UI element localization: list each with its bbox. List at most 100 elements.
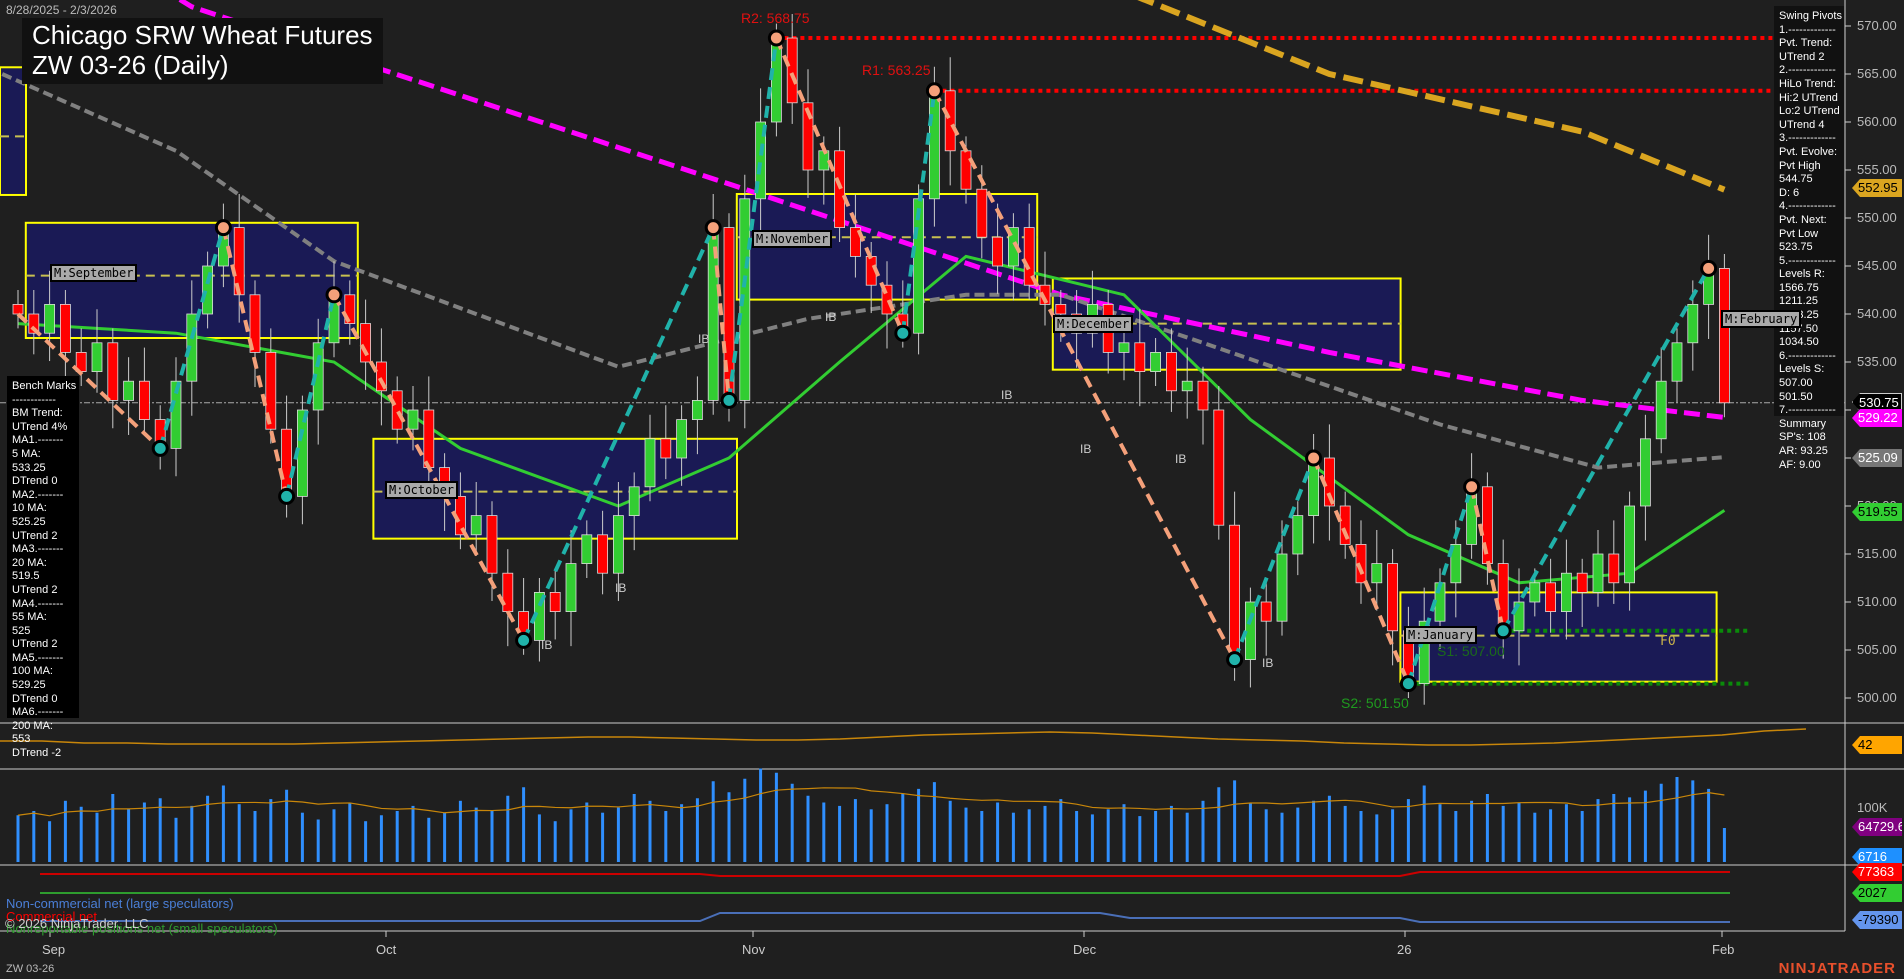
pivot-low-marker	[720, 391, 738, 409]
ma55-price-marker: 525.09	[1852, 449, 1902, 467]
candle-down	[660, 438, 672, 459]
candle-up	[296, 409, 308, 497]
candle-down	[391, 390, 403, 430]
month-chip-november: M:November	[752, 230, 833, 248]
candle-up	[1592, 553, 1604, 593]
swing_pivots-line: 1211.25	[1779, 295, 1818, 308]
month-chip-october: M:October	[385, 481, 459, 499]
bench_marks-line: 553	[12, 733, 31, 746]
candle-down	[486, 515, 498, 574]
bench_marks-line: DTrend 0	[12, 692, 58, 705]
month-chip-january: M:January	[1404, 626, 1478, 644]
candle-down	[1134, 342, 1146, 372]
candle-down	[786, 37, 798, 104]
bench-marks-panel: Bench Marks ------------ BM Trend: UTrend 4…	[7, 376, 79, 759]
candle-down	[960, 150, 972, 190]
candle-up	[1655, 380, 1667, 440]
candle-up	[1671, 342, 1683, 382]
bench_marks-line: 533.25	[12, 461, 46, 474]
pivot-high-marker	[1305, 449, 1323, 467]
candle-down	[1166, 351, 1177, 392]
swing_pivots-line: 507.00	[1779, 377, 1813, 390]
candle-down	[1055, 303, 1067, 315]
candle-up	[1276, 553, 1288, 622]
pivot-high-marker	[325, 286, 343, 304]
swing_pivots-line: UTrend 2	[1779, 50, 1825, 63]
bench_marks-line: 5 MA:	[12, 447, 41, 460]
swing_pivots-line: Swing Pivots	[1779, 10, 1842, 22]
commercial-net-line	[40, 871, 1730, 877]
s1-level-label: S1: 507.00	[1437, 643, 1505, 659]
price-axis-tick: 560.00	[1857, 114, 1897, 129]
candle-down	[944, 90, 956, 152]
candle-up	[1640, 438, 1651, 507]
candle-down	[360, 323, 372, 363]
x-tick-sep: Sep	[42, 942, 66, 957]
candle-down	[107, 342, 119, 401]
price-axis-tick: 505.00	[1857, 642, 1897, 657]
bench_marks-line: 200 MA:	[12, 719, 53, 732]
swing-line	[932, 89, 1237, 661]
swing-pivots-panel: Swing Pivots 1.------------- Pvt. Trend: UT…	[1774, 6, 1844, 471]
ib-label: IB	[1175, 452, 1187, 466]
candle-down	[12, 303, 24, 315]
pivot-high-marker	[925, 82, 943, 100]
swing_pivots-line: 4.-------------	[1779, 200, 1836, 213]
candle-down	[1229, 524, 1240, 661]
swing_pivots-line: Levels S:	[1779, 363, 1825, 376]
bench_marks-line: 20 MA:	[12, 556, 47, 569]
x-tick-nov: Nov	[742, 942, 766, 957]
swing_pivots-line: Summary	[1779, 417, 1827, 430]
bench_marks-line: MA5.-------	[12, 651, 64, 664]
swing_pivots-line: 501.50	[1779, 390, 1813, 403]
swing_pivots-line: SP's: 108	[1779, 431, 1826, 444]
pivot-low-marker	[515, 631, 533, 649]
swing_pivots-line: 544.75	[1779, 173, 1813, 186]
candle-up	[91, 342, 103, 372]
ninjatrader-logo: NINJATRADER	[1778, 960, 1896, 977]
swing_pivots-line: 523.75	[1779, 241, 1813, 254]
candle-up	[929, 90, 940, 200]
candle-up	[1624, 505, 1635, 584]
candle-up	[470, 515, 482, 536]
bench_marks-line: 525	[12, 624, 31, 637]
ib-label: IB	[825, 310, 837, 324]
bench_marks-line: UTrend 4%	[12, 420, 68, 433]
bench_marks-line: Bench Marks	[12, 380, 77, 392]
candle-down	[60, 303, 71, 353]
candle-down	[1260, 601, 1272, 622]
candle-up	[1245, 601, 1256, 660]
bench_marks-line: 525.25	[12, 515, 46, 528]
pivot-high-marker	[704, 219, 722, 237]
swing_pivots-line: Pvt Low	[1779, 227, 1819, 240]
swing_pivots-line: Pvt High	[1779, 159, 1821, 172]
price-axis-tick: 510.00	[1857, 594, 1897, 609]
ib-label: IB	[1262, 656, 1274, 670]
candle-down	[1719, 267, 1730, 404]
candle-up	[692, 399, 703, 420]
candle-up	[565, 563, 577, 612]
chart-title-box: Chicago SRW Wheat Futures ZW 03-26 (Dail…	[22, 18, 383, 84]
price-chart[interactable]	[0, 0, 1904, 979]
swing_pivots-line: Hi:2 UTrend	[1779, 91, 1838, 104]
pivot-low-marker	[894, 324, 912, 342]
last-price-marker: 530.75	[1852, 393, 1902, 411]
bench_marks-line: UTrend 2	[12, 583, 58, 596]
swing_pivots-line: 1566.75	[1779, 281, 1819, 294]
adx-marker: 42	[1852, 736, 1902, 754]
bench_marks-line: 100 MA:	[12, 665, 53, 678]
ma200-price-marker: 552.95	[1852, 179, 1902, 197]
r2-level-label: R2: 568.75	[741, 10, 810, 26]
bench_marks-line: BM Trend:	[12, 407, 63, 420]
noncommercial-marker: -79390	[1852, 911, 1902, 929]
noncommercial-net-line	[40, 912, 1730, 923]
price-axis-tick: 550.00	[1857, 210, 1897, 225]
x-tick-feb: Feb	[1712, 942, 1735, 957]
candle-down	[1608, 553, 1620, 584]
candle-down	[992, 236, 1003, 267]
bench_marks-line: 10 MA:	[12, 502, 47, 515]
swing_pivots-line: HiLo Trend:	[1779, 77, 1836, 90]
candle-up	[123, 380, 134, 401]
candle-up	[1371, 563, 1383, 584]
bench_marks-line: 55 MA:	[12, 611, 47, 624]
